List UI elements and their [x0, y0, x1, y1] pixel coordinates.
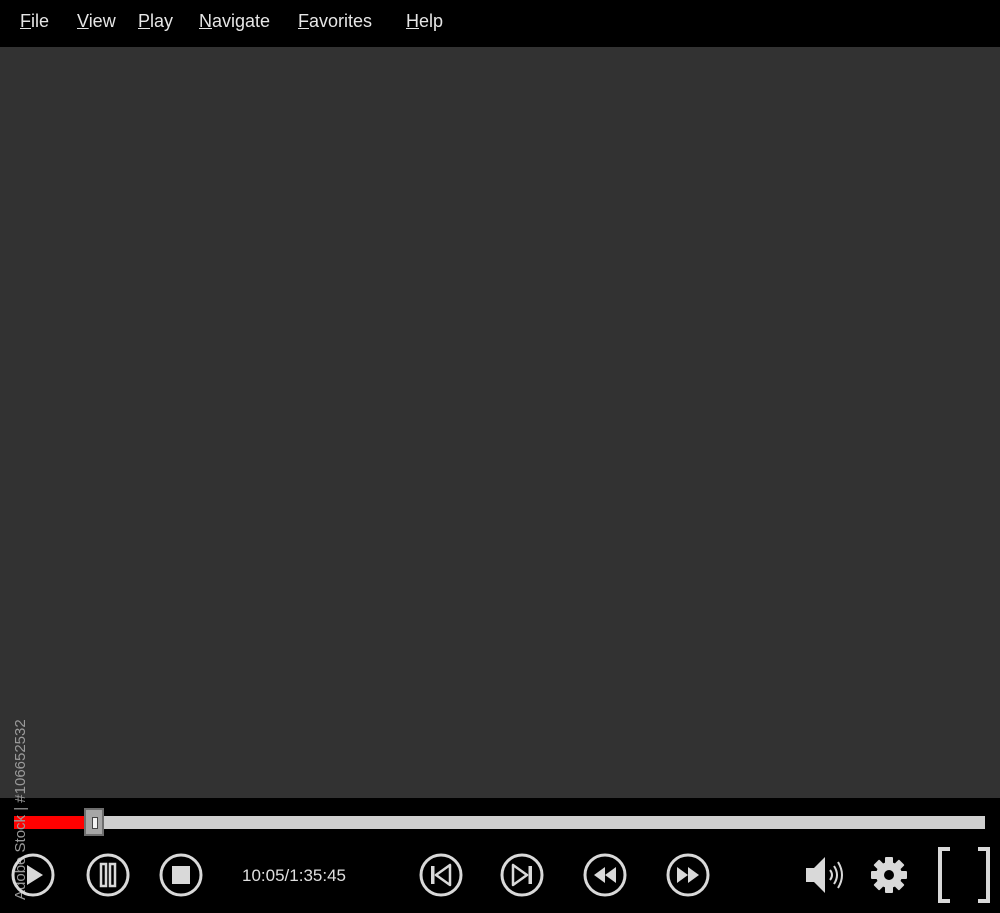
fullscreen-icon [938, 847, 990, 903]
video-area[interactable] [0, 47, 1000, 798]
fast-forward-icon [666, 853, 710, 897]
menu-play[interactable]: Play [138, 11, 173, 32]
rewind-icon [583, 853, 627, 897]
rewind-button[interactable] [582, 852, 628, 898]
fast-forward-button[interactable] [665, 852, 711, 898]
menu-file[interactable]: File [20, 11, 49, 32]
volume-icon [806, 857, 843, 893]
pause-button[interactable] [85, 852, 131, 898]
play-button[interactable] [10, 852, 56, 898]
menu-navigate[interactable]: Navigate [199, 11, 270, 32]
play-icon [11, 853, 55, 897]
menu-favorites[interactable]: Favorites [298, 11, 372, 32]
menu-help[interactable]: Help [406, 11, 443, 32]
settings-button[interactable] [866, 852, 912, 898]
menu-view[interactable]: View [77, 11, 116, 32]
skip-next-icon [500, 853, 544, 897]
stop-icon [159, 853, 203, 897]
fullscreen-button[interactable] [936, 846, 992, 904]
skip-previous-button[interactable] [418, 852, 464, 898]
pause-icon [86, 853, 130, 897]
skip-previous-icon [419, 853, 463, 897]
gear-icon [871, 857, 907, 893]
volume-button[interactable] [803, 852, 849, 898]
time-display: 10:05/1:35:45 [242, 866, 346, 885]
skip-next-button[interactable] [499, 852, 545, 898]
menu-bar: File View Play Navigate Favorites Help [0, 0, 1000, 46]
stop-button[interactable] [158, 852, 204, 898]
seek-thumb[interactable] [84, 808, 104, 836]
seek-bar[interactable] [14, 816, 985, 829]
